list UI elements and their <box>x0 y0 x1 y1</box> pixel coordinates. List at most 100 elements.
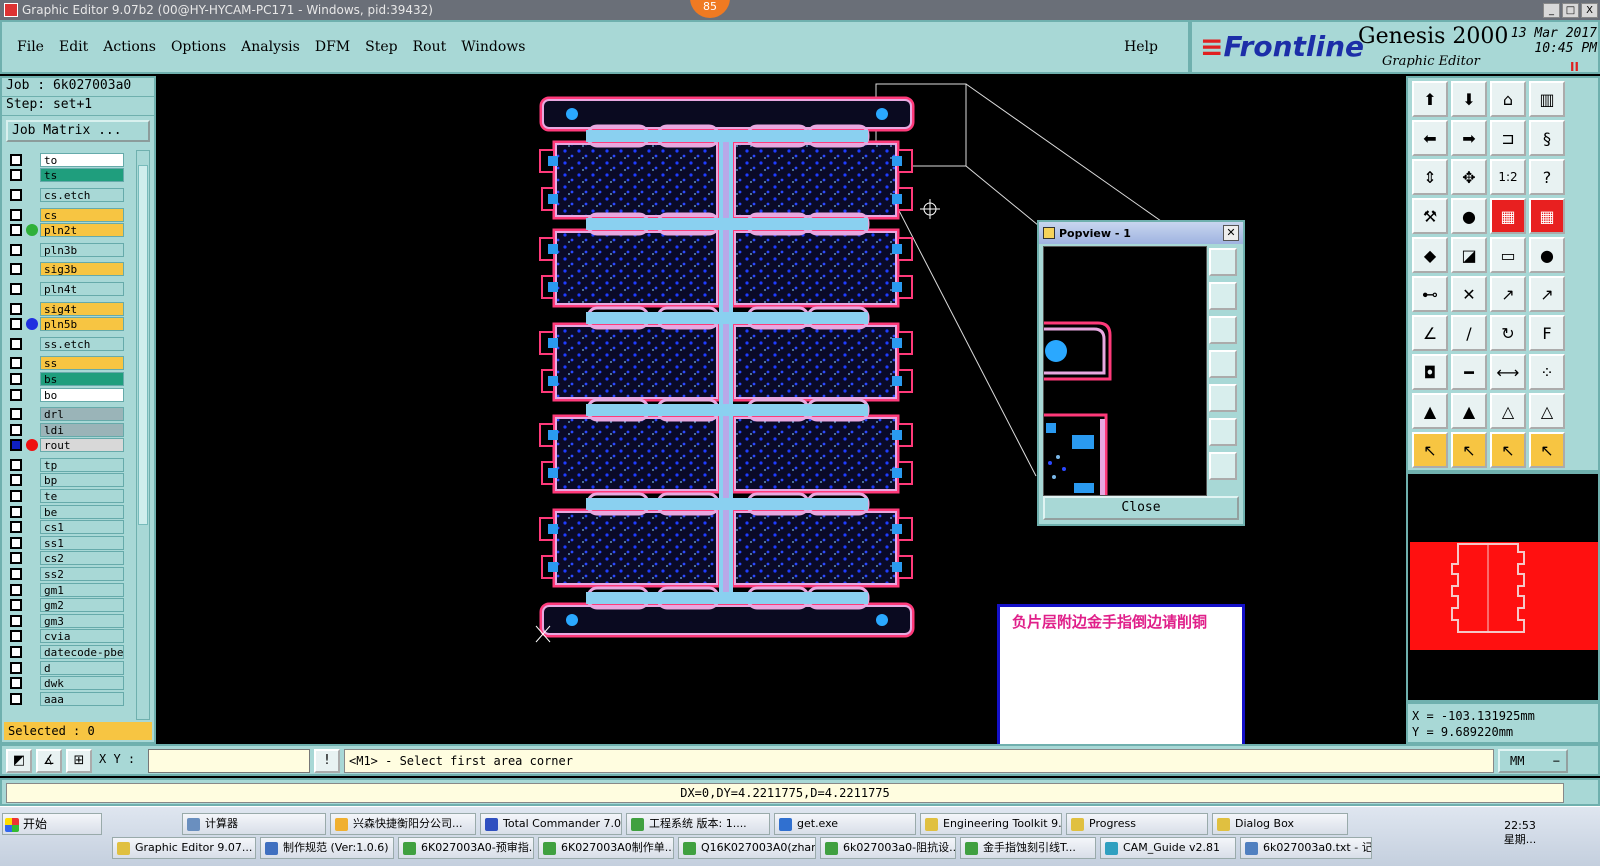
pan-down-icon[interactable]: ⬇ <box>1451 81 1487 117</box>
layer-checkbox[interactable] <box>10 521 22 534</box>
angle-icon[interactable]: ∠ <box>1412 315 1448 351</box>
taskbar-item[interactable]: 工程系统 版本: 1.... <box>626 813 770 835</box>
layer-checkbox[interactable] <box>10 692 22 705</box>
arrow-up-icon[interactable]: ▲ <box>1451 393 1487 429</box>
layer-row[interactable]: aaa <box>4 691 128 707</box>
grid-icon[interactable]: ⊞ <box>66 749 92 773</box>
popview-zoom-fit-icon[interactable] <box>1209 248 1237 276</box>
layer-name[interactable]: pln4t <box>40 281 124 296</box>
popview-pan-down-icon[interactable] <box>1209 316 1237 344</box>
section-icon[interactable]: § <box>1529 120 1565 156</box>
layer-name[interactable]: ts <box>40 168 124 183</box>
menu-analysis[interactable]: Analysis <box>241 39 300 55</box>
layer-name[interactable]: gm3 <box>40 613 124 628</box>
layer-checkbox[interactable] <box>10 224 22 237</box>
layer-row[interactable]: be <box>4 504 128 520</box>
layer-checkbox[interactable] <box>10 423 22 436</box>
line-icon[interactable]: / <box>1451 315 1487 351</box>
home-icon[interactable]: ⌂ <box>1490 81 1526 117</box>
layer-row[interactable]: sig4t <box>4 301 128 317</box>
measure-icon[interactable]: ∡ <box>36 749 62 773</box>
taskbar-item[interactable]: 6k027003a0.txt - 记... <box>1240 837 1372 859</box>
layer-name[interactable]: bp <box>40 473 124 488</box>
popview-close-button[interactable]: Close <box>1043 496 1239 520</box>
layer-name[interactable]: ss.etch <box>40 336 124 351</box>
layer-name[interactable]: ldi <box>40 422 124 437</box>
pause-icon[interactable]: II <box>1570 60 1579 74</box>
connect-icon[interactable]: ⊷ <box>1412 276 1448 312</box>
minimap[interactable] <box>1406 472 1600 702</box>
layer-checkbox[interactable] <box>10 318 22 331</box>
select-net-icon[interactable]: ↖ <box>1529 432 1565 468</box>
layer-name[interactable]: rout <box>40 438 124 453</box>
taskbar-item[interactable]: Dialog Box <box>1212 813 1348 835</box>
layer-row[interactable]: cs <box>4 207 128 223</box>
net-icon[interactable]: ◪ <box>1451 237 1487 273</box>
taskbar-item[interactable]: get.exe <box>774 813 916 835</box>
layer-checkbox[interactable] <box>10 208 22 221</box>
pan-up-icon[interactable]: ⬆ <box>1412 81 1448 117</box>
layer-checkbox[interactable] <box>10 552 22 565</box>
layer-checkbox[interactable] <box>10 614 22 627</box>
wrench-icon[interactable]: ⚒ <box>1412 198 1448 234</box>
menu-file[interactable]: File <box>17 39 44 55</box>
layers-red-alt-icon[interactable]: ▦ <box>1529 198 1565 234</box>
layer-row[interactable]: drl <box>4 406 128 422</box>
pad-icon[interactable]: ◆ <box>1412 237 1448 273</box>
pan-right-icon[interactable]: ➡ <box>1451 120 1487 156</box>
layer-checkbox[interactable] <box>10 302 22 315</box>
layer-row[interactable]: datecode-pbe <box>4 644 128 660</box>
layer-name[interactable]: cs <box>40 207 124 222</box>
taskbar-item[interactable]: Engineering Toolkit 9.... <box>920 813 1062 835</box>
layer-name[interactable]: cs2 <box>40 551 124 566</box>
layer-checkbox[interactable] <box>10 474 22 487</box>
layer-checkbox[interactable] <box>10 661 22 674</box>
layer-checkbox[interactable] <box>10 505 22 518</box>
taskbar-item[interactable]: Progress <box>1066 813 1208 835</box>
popview-pan-left-icon[interactable] <box>1209 350 1237 378</box>
layer-checkbox[interactable] <box>10 630 22 643</box>
menu-options[interactable]: Options <box>171 39 226 55</box>
layer-name[interactable]: sig3b <box>40 262 124 277</box>
layer-row[interactable]: sig3b <box>4 262 128 278</box>
help-icon[interactable]: ? <box>1529 159 1565 195</box>
layer-row[interactable]: pln5b <box>4 316 128 332</box>
layer-row[interactable]: tp <box>4 457 128 473</box>
layer-row[interactable]: ts <box>4 168 128 184</box>
taskbar-item[interactable]: 计算器 <box>182 813 326 835</box>
layer-checkbox[interactable] <box>10 169 22 182</box>
layer-row[interactable]: gm2 <box>4 597 128 613</box>
maximize-button[interactable]: □ <box>1562 2 1579 18</box>
taskbar-item[interactable]: Q16K027003A0(zhan... <box>678 837 816 859</box>
layer-name[interactable]: gm2 <box>40 598 124 613</box>
measure-icon[interactable]: ⟷ <box>1490 354 1526 390</box>
layer-name[interactable]: pln2t <box>40 223 124 238</box>
layer-checkbox[interactable] <box>10 458 22 471</box>
taskbar-item[interactable]: 6K027003A0-预审指... <box>398 837 534 859</box>
layer-checkbox[interactable] <box>10 388 22 401</box>
move-icon[interactable]: ↗ <box>1490 276 1526 312</box>
layer-checkbox[interactable] <box>10 439 22 452</box>
layer-name[interactable]: pln3b <box>40 242 124 257</box>
layer-name[interactable]: ss1 <box>40 535 124 550</box>
snap-icon[interactable]: ◩ <box>6 749 32 773</box>
popview-canvas[interactable] <box>1043 246 1207 496</box>
menu-edit[interactable]: Edit <box>59 39 88 55</box>
menu-actions[interactable]: Actions <box>103 39 156 55</box>
minimize-button[interactable]: _ <box>1543 2 1560 18</box>
layer-name[interactable]: te <box>40 489 124 504</box>
layer-checkbox[interactable] <box>10 568 22 581</box>
alert-icon[interactable]: ! <box>314 749 340 773</box>
layer-row[interactable]: pln2t <box>4 222 128 238</box>
layer-name[interactable]: bs <box>40 371 124 386</box>
system-clock[interactable]: 22:53 星期... <box>1490 819 1550 847</box>
layer-name[interactable]: tp <box>40 457 124 472</box>
layer-name[interactable]: pln5b <box>40 317 124 332</box>
taskbar-item[interactable]: 制作规范 (Ver:1.0.6) <box>260 837 394 859</box>
taskbar-item[interactable]: CAM_Guide v2.81 <box>1100 837 1236 859</box>
layer-row[interactable]: rout <box>4 438 128 454</box>
layer-row[interactable]: dwk <box>4 675 128 691</box>
layer-row[interactable]: gm3 <box>4 613 128 629</box>
point-icon[interactable]: ◘ <box>1412 354 1448 390</box>
popview-close-icon[interactable]: ✕ <box>1223 225 1239 241</box>
